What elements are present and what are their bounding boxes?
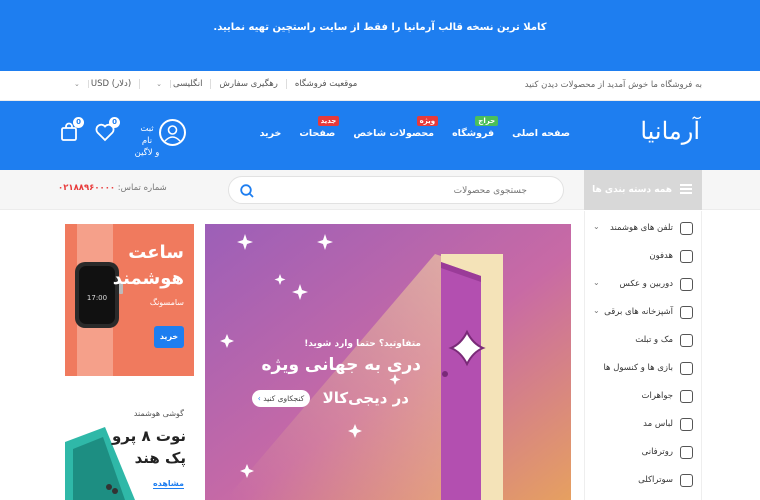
gamepad-icon [680, 362, 693, 375]
chevron-down-icon: ⌄ [593, 278, 600, 287]
account-label: ثبت نام و لاگین [134, 124, 160, 158]
phone-title: نوت ۸ پرو [111, 427, 186, 445]
sidebar-item[interactable]: لباس مد [583, 411, 701, 438]
announcement-text: کاملا ترین نسخه قالب آرمانیا را فقط از س… [213, 22, 547, 33]
chevron-down-icon: ⌄ [66, 80, 89, 88]
language-select[interactable]: ⌄ انگلیسی [140, 79, 212, 89]
announcement-bar: کاملا ترین نسخه قالب آرمانیا را فقط از س… [0, 0, 760, 71]
tablet-icon [680, 334, 693, 347]
currency-select[interactable]: ⌄ USD (دلار) [58, 79, 141, 89]
wishlist-count: 0 [109, 117, 120, 128]
nav-item-label: خرید [259, 128, 282, 139]
hero-title: دری به جهانی ویژه [261, 355, 421, 375]
top-links: ⌄ USD (دلار) ⌄ انگلیسی رهگیری سفارش موقعیت… [58, 79, 365, 89]
nav-item[interactable]: محصولات شاخص ویژه [353, 116, 439, 139]
watch-time: 17:00 [87, 294, 107, 302]
sidebar-item[interactable]: آشپزخانه های برقی ⌄ [583, 299, 701, 326]
speaker-icon [680, 474, 693, 487]
nav-badge: جدید [317, 116, 340, 126]
site-logo[interactable]: آرمانیا [640, 117, 700, 145]
main-header: آرمانیا صفحه اصلی فروشگاه حراج محصولات شاخص… [0, 101, 760, 170]
contact-phone: شماره تماس: ۰۲۱۸۸۹۶۰۰۰۰ [58, 183, 167, 193]
sidebar-item-label: هدفون [649, 251, 673, 261]
all-categories-button[interactable]: همه دسته بندی ها [584, 170, 702, 210]
store-location-link[interactable]: موقعیت فروشگاه [287, 79, 365, 89]
order-tracking-link[interactable]: رهگیری سفارش [211, 79, 287, 89]
chevron-down-icon: ⌄ [148, 80, 172, 88]
sidebar-item-label: آشپزخانه های برقی [604, 307, 673, 317]
search-icon[interactable] [239, 183, 255, 199]
category-search-bar: همه دسته بندی ها شماره تماس: ۰۲۱۸۸۹۶۰۰۰۰ [0, 170, 760, 210]
nav-badge: حراج [475, 116, 499, 126]
cart-button[interactable]: 0 [58, 117, 84, 143]
top-utility-bar: به فروشگاه ما خوش آمدید از محصولات دیدن … [0, 71, 760, 101]
search-input[interactable] [265, 183, 527, 199]
watch-brand: سامسونگ [149, 298, 184, 307]
nav-item-label: صفحات [299, 128, 336, 139]
nav-item[interactable]: صفحات جدید [299, 116, 340, 139]
category-sidebar: تلفن های هوشمند ⌄ هدفون دوربین و عکس ⌄ آشپزخا… [584, 211, 702, 500]
sidebar-item[interactable]: تلفن های هوشمند ⌄ [583, 215, 701, 242]
welcome-text: به فروشگاه ما خوش آمدید از محصولات دیدن … [524, 80, 702, 90]
sidebar-item-label: مک و تبلت [635, 335, 673, 345]
account-button[interactable]: ثبت نام و لاگین [134, 119, 194, 158]
camera-icon [680, 278, 693, 291]
hero-tagline: متفاوتید؟ حتما وارد شوید! [304, 339, 421, 349]
sidebar-item[interactable]: روترفانی [583, 439, 701, 466]
user-icon [159, 119, 186, 146]
watch-title-2: هوشمند [112, 268, 184, 289]
sidebar-item-label: تلفن های هوشمند [609, 223, 673, 233]
chevron-down-icon: ⌄ [593, 306, 600, 315]
hamburger-icon [680, 184, 692, 194]
hero-cta-button[interactable]: ‹ کنجکاوی کنید [252, 390, 310, 407]
sidebar-item-label: جواهرات [641, 391, 673, 401]
hero-banner[interactable]: متفاوتید؟ حتما وارد شوید! دری به جهانی و… [205, 224, 571, 500]
buy-button[interactable]: خرید [154, 326, 184, 348]
nav-badge: ویژه [416, 116, 439, 126]
phone-subtitle: گوشی هوشمند [133, 409, 184, 418]
sidebar-item-label: لباس مد [643, 419, 673, 429]
sidebar-item[interactable]: سوتراکلی [583, 467, 701, 494]
sidebar-item-label: دوربین و عکس [619, 279, 673, 289]
kitchen-icon [680, 306, 693, 319]
view-link[interactable]: مشاهده [153, 479, 184, 489]
sidebar-item-label: روترفانی [641, 447, 673, 457]
sidebar-item-label: سوتراکلی [638, 475, 673, 485]
cart-count: 0 [73, 117, 84, 128]
sidebar-item[interactable]: هدفون [583, 243, 701, 270]
nav-item[interactable]: خرید [260, 128, 282, 139]
shirt-icon [680, 418, 693, 431]
router-icon [680, 446, 693, 459]
nav-item[interactable]: صفحه اصلی [512, 128, 570, 139]
watch-title: ساعت [128, 242, 184, 263]
phone-icon [680, 222, 693, 235]
chevron-down-icon: ⌄ [593, 222, 600, 231]
phone-title-2: پک هند [134, 449, 186, 467]
wishlist-button[interactable]: 0 [94, 117, 120, 143]
sidebar-item[interactable]: بازی ها و کنسول ها [583, 355, 701, 382]
search-box [228, 176, 564, 204]
main-nav: صفحه اصلی فروشگاه حراج محصولات شاخص ویژه صفحا… [260, 116, 570, 139]
nav-item-label: محصولات شاخص [353, 128, 435, 139]
sidebar-item[interactable]: مک و تبلت [583, 327, 701, 354]
diamond-icon [680, 390, 693, 403]
nav-item-label: صفحه اصلی [512, 128, 570, 139]
headphone-icon [680, 250, 693, 263]
phone-banner[interactable]: گوشی هوشمند نوت ۸ پرو پک هند مشاهده [65, 387, 194, 500]
sidebar-item[interactable]: دوربین و عکس ⌄ [583, 271, 701, 298]
phone-number: ۰۲۱۸۸۹۶۰۰۰۰ [58, 183, 116, 193]
sidebar-item[interactable]: جواهرات [583, 383, 701, 410]
nav-item-label: فروشگاه [452, 128, 495, 139]
chevron-left-icon: ‹ [257, 394, 261, 403]
sidebar-item-label: بازی ها و کنسول ها [603, 363, 673, 373]
smartwatch-banner[interactable]: 17:00 ساعت هوشمند سامسونگ خرید [65, 224, 194, 376]
hero-subtitle: در دیجی‌کالا [322, 389, 409, 407]
nav-item[interactable]: فروشگاه حراج [452, 116, 499, 139]
